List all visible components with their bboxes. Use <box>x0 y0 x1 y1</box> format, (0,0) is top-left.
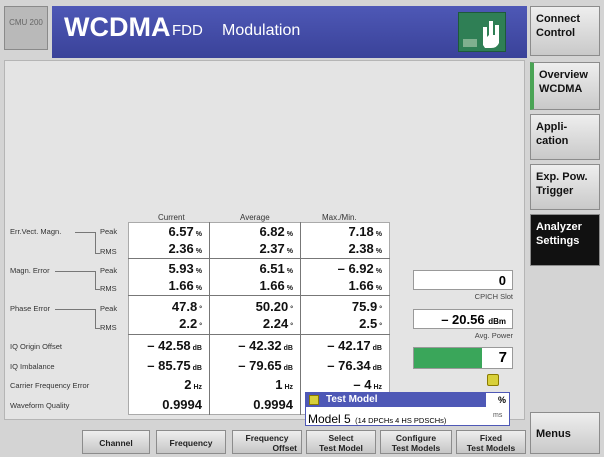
iq-imbalance-average: – 79.65 dB <box>211 357 299 374</box>
select-test-model-button[interactable]: Select Test Model <box>306 430 376 454</box>
frequency-button[interactable]: Frequency <box>156 430 226 454</box>
row-sub-rms: RMS <box>100 323 117 332</box>
evm-rms-average: 2.37% <box>211 240 299 257</box>
row-sub-rms: RMS <box>100 284 117 293</box>
overview-wcdma-button[interactable]: Overview WCDMA <box>530 62 600 110</box>
row-label-waveform-quality: Waveform Quality <box>10 401 70 410</box>
slot-counter-value: 7 <box>498 349 507 366</box>
row-sub-peak: Peak <box>100 304 118 313</box>
col-header-maxmin: Max./Min. <box>322 213 357 222</box>
avg-power-field[interactable]: – 20.56 dBm <box>413 309 513 329</box>
magn-rms-max: 1.66% <box>302 277 388 294</box>
frequency-offset-button[interactable]: Frequency Offset <box>232 430 302 454</box>
row-label-evm: Err.Vect. Magn. <box>10 227 62 236</box>
bracket-line <box>55 271 95 272</box>
popup-title: Test Model <box>306 393 486 407</box>
hand-icon <box>458 12 506 52</box>
bracket-line <box>95 309 96 328</box>
row-sub-peak: Peak <box>100 227 118 236</box>
magn-rms-current: 1.66% <box>130 277 208 294</box>
row-divider <box>128 258 390 259</box>
magn-peak-current: 5.93% <box>130 260 208 277</box>
bracket-line <box>55 309 95 310</box>
col-header-average: Average <box>240 213 270 222</box>
popup-cut-unit: ms <box>493 412 503 419</box>
bracket-line <box>95 271 96 289</box>
col-divider <box>300 222 301 415</box>
popup-model-text[interactable]: Model 5 (14 DPCHs 4 HS PDSCHs) <box>308 410 446 428</box>
waveform-average: 0.9994 <box>211 396 299 413</box>
phase-rms-max: 2.5 ° <box>302 315 388 332</box>
row-sub-peak: Peak <box>100 266 118 275</box>
row-label-iq-imbalance: IQ Imbalance <box>10 362 55 371</box>
row-label-carrier-freq-error: Carrier Frequency Error <box>10 381 90 390</box>
phase-peak-max: 75.9 ° <box>302 298 388 315</box>
evm-peak-average: 6.82% <box>211 223 299 240</box>
popup-icon <box>309 395 319 405</box>
configure-test-models-button[interactable]: Configure Test Models <box>380 430 452 454</box>
phase-rms-average: 2.24 ° <box>211 315 299 332</box>
app-title: WCDMA <box>64 12 171 42</box>
row-divider <box>128 295 390 296</box>
col-header-current: Current <box>158 213 185 222</box>
iq-offset-current: – 42.58 dB <box>130 337 208 354</box>
channel-button[interactable]: Channel <box>82 430 150 454</box>
connect-control-button[interactable]: Connect Control <box>530 6 600 56</box>
row-label-iq-origin-offset: IQ Origin Offset <box>10 342 62 351</box>
evm-rms-max: 2.38% <box>302 240 388 257</box>
app-subtitle-fdd: FDD <box>172 22 203 39</box>
phase-rms-current: 2.2 ° <box>130 315 208 332</box>
waveform-current: 0.9994 <box>130 396 208 413</box>
avg-power-label: Avg. Power <box>474 331 513 340</box>
iq-offset-max: – 42.17 dB <box>302 337 388 354</box>
phase-peak-average: 50.20 ° <box>211 298 299 315</box>
evm-peak-max: 7.18% <box>302 223 388 240</box>
freq-error-average: 1 Hz <box>211 376 299 393</box>
freq-error-max: – 4 Hz <box>302 376 388 393</box>
application-button[interactable]: Appli- cation <box>530 114 600 160</box>
iq-imbalance-max: – 76.34 dB <box>302 357 388 374</box>
bracket-line <box>95 232 96 254</box>
cpich-slot-label: CPICH Slot <box>474 292 513 301</box>
row-label-phase-error: Phase Error <box>10 304 51 313</box>
exp-pow-trigger-button[interactable]: Exp. Pow. Trigger <box>530 164 600 210</box>
analyzer-settings-button[interactable]: Analyzer Settings <box>530 214 600 266</box>
iq-offset-average: – 42.32 dB <box>211 337 299 354</box>
row-label-magn-error: Magn. Error <box>10 266 50 275</box>
col-divider <box>209 222 210 415</box>
instrument-logo: CMU 200 <box>4 6 48 50</box>
evm-peak-current: 6.57% <box>130 223 208 240</box>
magn-rms-average: 1.66% <box>211 277 299 294</box>
magn-peak-average: 6.51% <box>211 260 299 277</box>
iq-imbalance-current: – 85.75 dB <box>130 357 208 374</box>
phase-peak-current: 47.8 ° <box>130 298 208 315</box>
power-bar <box>414 348 482 368</box>
row-divider <box>128 334 390 335</box>
freq-error-current: 2 Hz <box>130 376 208 393</box>
app-subtitle-modulation: Modulation <box>222 22 301 39</box>
row-sub-rms: RMS <box>100 247 117 256</box>
cpich-slot-field[interactable]: 0 <box>413 270 513 290</box>
bracket-line <box>75 232 95 233</box>
magn-peak-max: – 6.92% <box>302 260 388 277</box>
popup-cut-text: % <box>498 395 507 405</box>
status-indicator-icon <box>487 374 499 386</box>
evm-rms-current: 2.36% <box>130 240 208 257</box>
fixed-test-models-button[interactable]: Fixed Test Models <box>456 430 526 454</box>
menus-button[interactable]: Menus <box>530 412 600 454</box>
